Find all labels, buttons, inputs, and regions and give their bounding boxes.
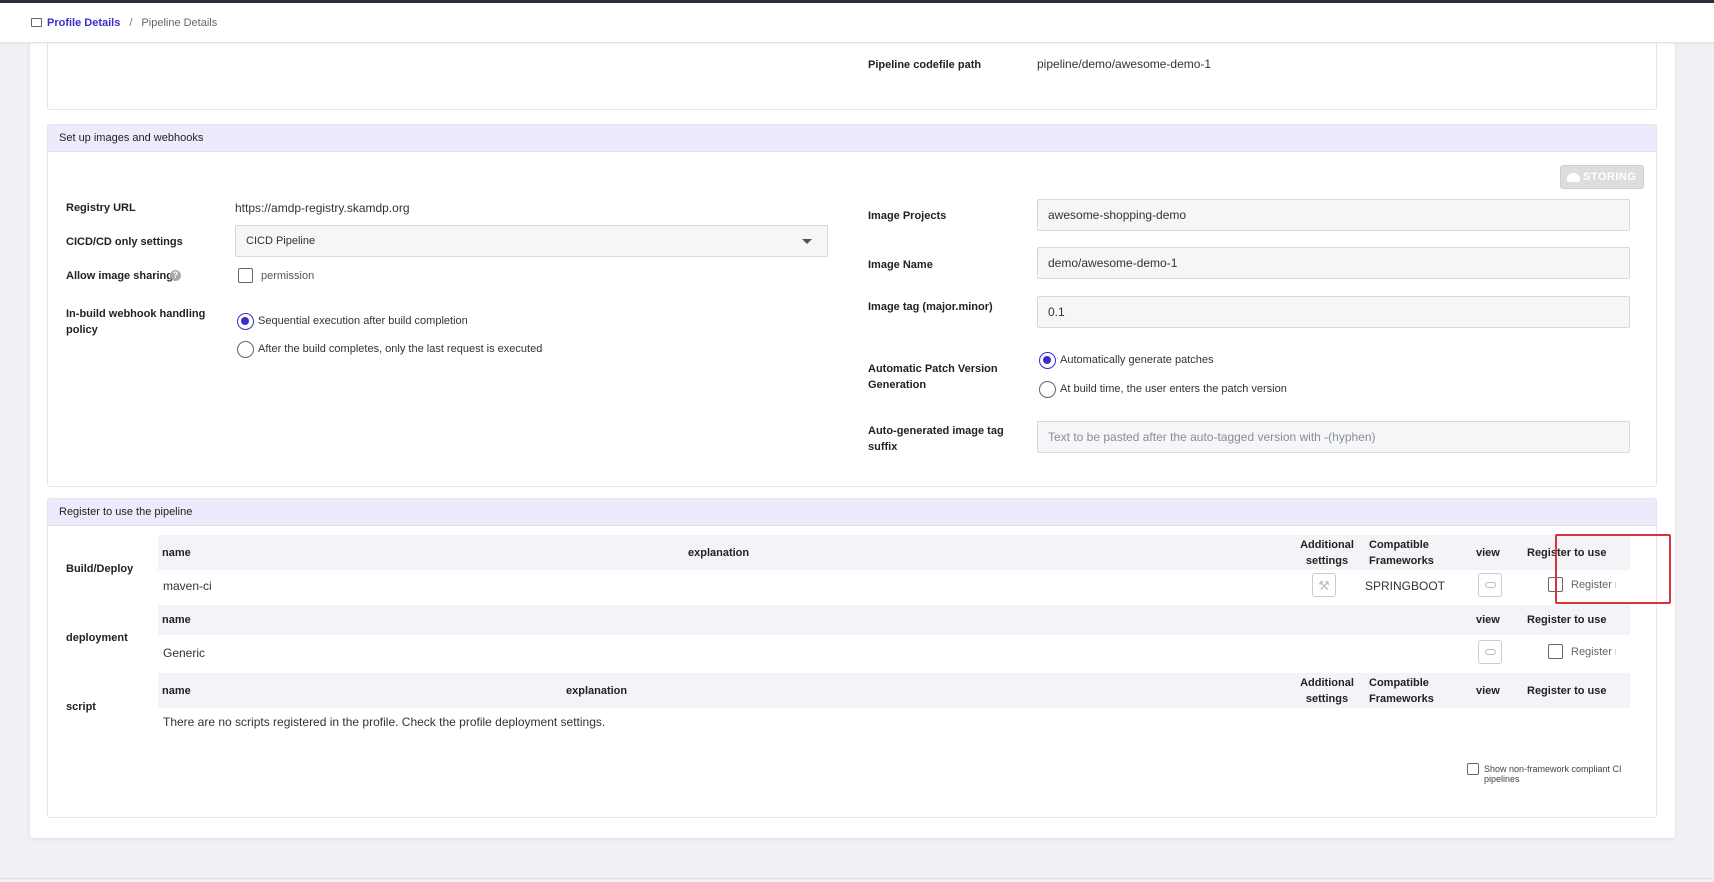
register-pipeline-section: Register to use the pipeline Build/Deplo… [47,498,1671,818]
footer-divider [0,878,1714,879]
script-col-name: name [162,685,191,697]
link-icon [1484,582,1496,588]
cicd-pipeline-select[interactable]: CICD Pipeline [235,225,828,257]
image-tag-label: Image tag (major.minor) [868,301,993,313]
deployment-row-name: Generic [163,646,206,660]
webhook-last-request-label: After the build completes, only the last… [258,343,543,355]
webhook-last-request-radio[interactable] [237,341,254,358]
deployment-col-view: view [1476,614,1500,626]
chevron-down-icon [802,239,812,244]
image-projects-input[interactable]: awesome-shopping-demo [1037,199,1630,231]
patch-user-radio[interactable] [1039,381,1056,398]
pipeline-codefile-label: Pipeline codefile path [868,59,982,71]
script-col-frameworks: Compatible Frameworks [1369,677,1434,705]
patch-version-label: Automatic Patch Version Generation [868,363,998,391]
view-link-button[interactable] [1478,573,1502,597]
build-col-additional: Additional settings [1300,539,1354,567]
deployment-col-name: name [162,614,191,626]
monitor-icon [31,18,42,27]
registry-url-value: https://amdp-registry.skamdp.org [235,201,410,215]
register-build-checkbox[interactable] [1548,577,1563,592]
non-framework-label: Show non-framework compliant CI pipeline… [1484,764,1622,784]
script-col-register: Register to use [1527,685,1607,697]
webhook-policy-label: In-build webhook handling policy [66,308,206,336]
build-col-frameworks: Compatible Frameworks [1369,539,1434,567]
view-link-button[interactable] [1478,640,1502,664]
register-build-label: Register n [1571,579,1616,591]
breadcrumb-separator: / [129,16,133,29]
build-row-name: maven-ci [163,579,212,593]
storing-button[interactable]: STORING [1560,165,1645,189]
tag-suffix-input[interactable]: Text to be pasted after the auto-tagged … [1037,421,1630,453]
deployment-table-header: name view Register to use [158,605,1630,635]
images-webhooks-section: Set up images and webhooks STORING Regis… [47,124,1657,487]
cicd-pipeline-select-value: CICD Pipeline [246,235,316,247]
additional-settings-button[interactable]: ⚒ [1312,573,1336,597]
pipeline-codefile-value: pipeline/demo/awesome-demo-1 [1037,57,1212,71]
non-framework-checkbox[interactable] [1467,763,1479,775]
patch-auto-label: Automatically generate patches [1060,354,1214,366]
build-col-view: view [1476,547,1500,559]
deployment-col-register: Register to use [1527,614,1607,626]
script-col-additional: Additional settings [1300,677,1354,705]
script-empty-message: There are no scripts registered in the p… [163,715,606,729]
image-sharing-checkbox[interactable] [238,268,253,283]
script-label: script [66,701,96,713]
pipeline-info-section: Pipeline codefile path pipeline/demo/awe… [47,39,1657,110]
script-col-explanation: explanation [566,685,628,697]
wrench-icon: ⚒ [1318,577,1330,593]
help-icon[interactable]: ? [170,270,181,281]
register-pipeline-header: Register to use the pipeline [48,499,1656,526]
images-webhooks-header: Set up images and webhooks [48,125,1656,152]
image-tag-input[interactable]: 0.1 [1037,296,1630,328]
breadcrumb: Profile Details / Pipeline Details [0,3,1714,43]
registry-url-label: Registry URL [66,202,136,214]
breadcrumb-current: Pipeline Details [141,16,218,29]
image-sharing-checkbox-label: permission [261,270,315,282]
build-table-header: name explanation Additional settings Com… [158,535,1630,570]
breadcrumb-profile-details-link[interactable]: Profile Details [47,17,120,29]
build-col-register: Register to use [1527,547,1607,559]
pipeline-details-card: Pipeline codefile path pipeline/demo/awe… [30,39,1675,838]
link-icon [1484,649,1496,655]
webhook-sequential-label: Sequential execution after build complet… [258,315,468,327]
script-col-view: view [1476,685,1500,697]
patch-auto-radio[interactable] [1039,352,1056,369]
webhook-sequential-radio[interactable] [237,313,254,330]
image-name-label: Image Name [868,259,933,271]
build-col-explanation: explanation [688,547,750,559]
image-projects-label: Image Projects [868,210,947,222]
image-name-input[interactable]: demo/awesome-demo-1 [1037,247,1630,279]
script-table-header: name explanation Additional settings Com… [158,673,1630,708]
register-deployment-checkbox[interactable] [1548,644,1563,659]
build-row-framework: SPRINGBOOT [1365,579,1446,593]
deployment-label: deployment [66,632,128,644]
register-deployment-label: Register n [1571,646,1616,658]
tag-suffix-label: Auto-generated image tag suffix [868,425,1004,453]
build-deploy-label: Build/Deploy [66,563,134,575]
cicd-settings-label: CICD/CD only settings [66,236,183,248]
image-sharing-label: Allow image sharing [66,270,173,282]
storing-button-label: STORING [1583,171,1637,183]
cloud-upload-icon [1567,172,1580,182]
build-col-name: name [162,547,191,559]
patch-user-label: At build time, the user enters the patch… [1060,383,1287,395]
